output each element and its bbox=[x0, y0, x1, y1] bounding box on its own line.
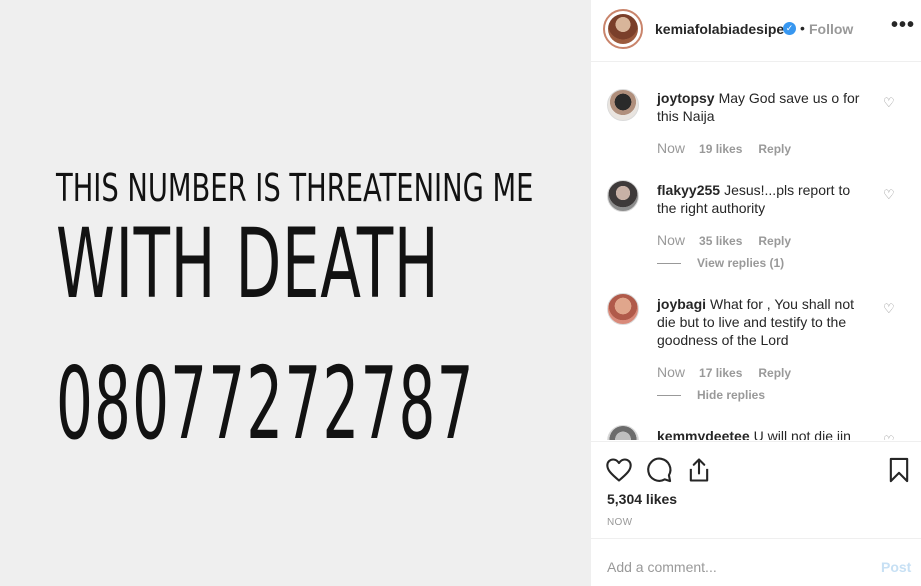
post-image[interactable]: THIS NUMBER IS THREATENING ME WITH DEATH… bbox=[0, 0, 590, 586]
image-text-line-2: WITH DEATH bbox=[56, 208, 440, 320]
commenter-avatar[interactable] bbox=[607, 293, 639, 325]
comment-icon[interactable] bbox=[645, 456, 673, 484]
comment-meta: Now 17 likes Reply bbox=[657, 364, 807, 380]
comment-meta: Now 35 likes Reply bbox=[657, 232, 807, 248]
bookmark-icon[interactable] bbox=[885, 456, 913, 484]
commenter-username[interactable]: kemmydeetee bbox=[657, 428, 750, 440]
post-button[interactable]: Post bbox=[881, 559, 911, 575]
replies-dash bbox=[657, 395, 681, 397]
add-comment-bar: Add a comment... Post bbox=[591, 538, 921, 586]
comment-text-block: flakyy255 Jesus!...pls report to the righ… bbox=[657, 181, 871, 217]
image-text-phone-number: 08077272787 bbox=[56, 345, 475, 462]
hide-replies-label: Hide replies bbox=[697, 388, 766, 402]
comment-time: Now bbox=[657, 364, 686, 380]
comment-like-heart-icon[interactable]: ♡ bbox=[883, 95, 895, 111]
comment-likes[interactable]: 35 likes bbox=[699, 234, 742, 248]
comment-text-block: kemmydeetee U will not die iin bbox=[657, 427, 871, 440]
comment-meta: Now 19 likes Reply bbox=[657, 140, 807, 156]
view-replies-label: View replies (1) bbox=[697, 256, 785, 270]
post-header: kemiafolabiadesipe ✓ • Follow ••• bbox=[591, 0, 921, 62]
heart-icon[interactable] bbox=[605, 456, 633, 484]
header-separator: • bbox=[800, 20, 805, 36]
comment-input[interactable]: Add a comment... bbox=[607, 559, 717, 575]
comment-time: Now bbox=[657, 232, 686, 248]
comment-text: U will not die iin bbox=[753, 428, 851, 440]
commenter-avatar[interactable] bbox=[607, 425, 639, 440]
author-username[interactable]: kemiafolabiadesipe bbox=[655, 21, 784, 37]
image-text-line-1: THIS NUMBER IS THREATENING ME bbox=[56, 166, 534, 210]
comment-likes[interactable]: 17 likes bbox=[699, 366, 742, 380]
comment-text-block: joybagi What for , You shall not die but … bbox=[657, 295, 871, 349]
comment-reply-button[interactable]: Reply bbox=[758, 142, 791, 156]
post-sidebar: kemiafolabiadesipe ✓ • Follow ••• joytop… bbox=[590, 0, 921, 586]
comment-reply-button[interactable]: Reply bbox=[758, 366, 791, 380]
share-icon[interactable] bbox=[685, 456, 713, 484]
commenter-username[interactable]: joybagi bbox=[657, 296, 706, 312]
commenter-avatar[interactable] bbox=[607, 180, 639, 212]
verified-badge-icon: ✓ bbox=[783, 22, 796, 35]
author-avatar[interactable] bbox=[603, 9, 643, 49]
hide-replies-button[interactable]: Hide replies bbox=[657, 388, 765, 402]
replies-dash bbox=[657, 263, 681, 265]
post-timestamp: NOW bbox=[607, 517, 633, 528]
commenter-avatar[interactable] bbox=[607, 89, 639, 121]
commenter-username[interactable]: flakyy255 bbox=[657, 182, 720, 198]
comment-like-heart-icon[interactable]: ♡ bbox=[883, 433, 895, 440]
comment-likes[interactable]: 19 likes bbox=[699, 142, 742, 156]
author-avatar-image bbox=[608, 14, 638, 44]
comment-like-heart-icon[interactable]: ♡ bbox=[883, 187, 895, 203]
comments-list[interactable]: joytopsy May God save us o for this Naija… bbox=[591, 63, 921, 440]
comment-time: Now bbox=[657, 140, 686, 156]
view-replies-button[interactable]: View replies (1) bbox=[657, 256, 784, 270]
comment-reply-button[interactable]: Reply bbox=[758, 234, 791, 248]
commenter-username[interactable]: joytopsy bbox=[657, 90, 715, 106]
follow-button[interactable]: Follow bbox=[809, 21, 853, 37]
likes-count[interactable]: 5,304 likes bbox=[607, 491, 677, 507]
more-options-icon[interactable]: ••• bbox=[891, 14, 915, 37]
post-actions: 5,304 likes NOW bbox=[591, 441, 921, 537]
comment-like-heart-icon[interactable]: ♡ bbox=[883, 301, 895, 317]
comment-text-block: joytopsy May God save us o for this Naija bbox=[657, 89, 871, 125]
